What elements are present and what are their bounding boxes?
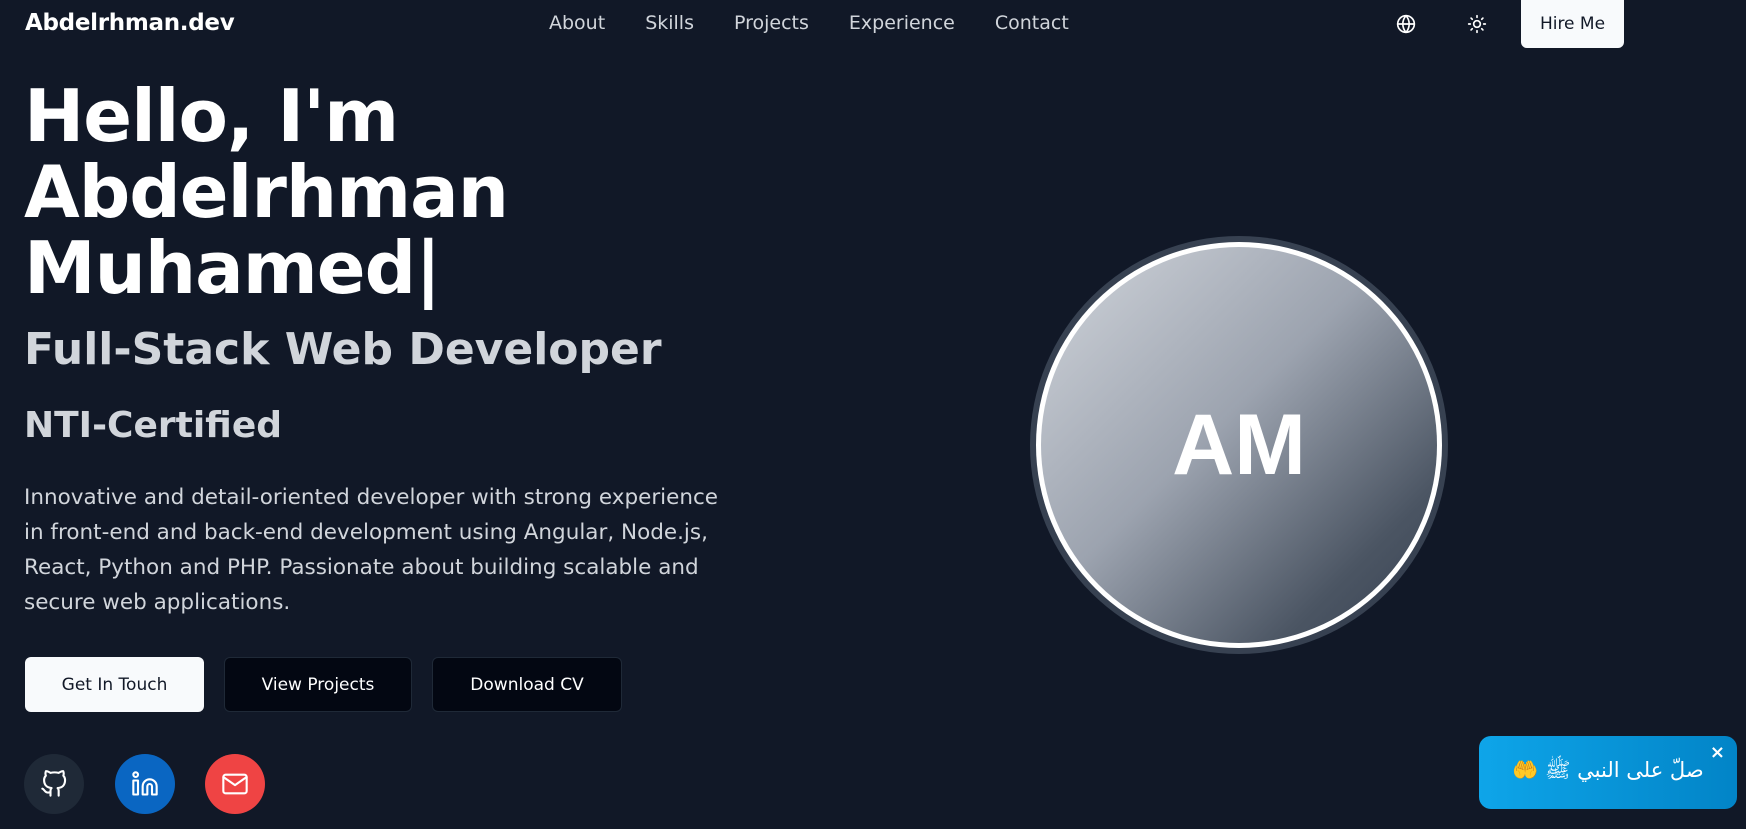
- site-logo[interactable]: Abdelrhman.dev: [25, 10, 235, 36]
- view-projects-button[interactable]: View Projects: [224, 657, 412, 712]
- download-cv-button[interactable]: Download CV: [432, 657, 622, 712]
- sun-icon[interactable]: [1465, 12, 1489, 36]
- mail-icon[interactable]: [205, 754, 265, 814]
- globe-icon[interactable]: [1394, 12, 1418, 36]
- hire-me-button[interactable]: Hire Me: [1521, 0, 1624, 48]
- nav-link-skills[interactable]: Skills: [645, 12, 694, 34]
- hero-description: Innovative and detail-oriented developer…: [24, 485, 719, 615]
- hero-title-line-2: Abdelrhman: [24, 150, 509, 234]
- nav-link-contact[interactable]: Contact: [995, 12, 1069, 34]
- nav-links: About Skills Projects Experience Contact: [549, 12, 1109, 34]
- avatar-initials: AM: [1172, 396, 1306, 493]
- linkedin-icon[interactable]: [115, 754, 175, 814]
- hero-certification: NTI-Certified: [24, 405, 283, 446]
- nav-link-experience[interactable]: Experience: [849, 12, 955, 34]
- close-icon[interactable]: ×: [1710, 742, 1725, 763]
- toast-text: صلّ على النبي ﷺ 🤲: [1512, 758, 1704, 782]
- hero-title: Hello, I'm Abdelrhman Muhamed|: [24, 74, 509, 310]
- nav-link-projects[interactable]: Projects: [734, 12, 809, 34]
- avatar: AM: [1041, 247, 1437, 643]
- salawat-toast[interactable]: صلّ على النبي ﷺ 🤲 ×: [1479, 736, 1737, 809]
- hero-title-line-1: Hello, I'm: [24, 74, 399, 158]
- hero-title-line-3: Muhamed|: [24, 226, 441, 310]
- nav-link-about[interactable]: About: [549, 12, 605, 34]
- hero-subtitle: Full-Stack Web Developer: [24, 324, 662, 375]
- top-nav: Abdelrhman.dev About Skills Projects Exp…: [0, 0, 1746, 48]
- github-icon[interactable]: [24, 754, 84, 814]
- get-in-touch-button[interactable]: Get In Touch: [25, 657, 204, 712]
